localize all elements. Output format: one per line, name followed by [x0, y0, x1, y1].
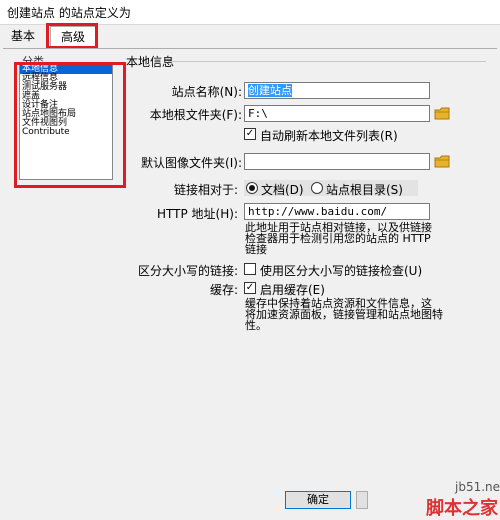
- default-images-input[interactable]: [244, 153, 430, 170]
- watermark-site: jb51.net: [455, 480, 500, 494]
- auto-refresh-label: 自动刷新本地文件列表(R): [260, 129, 398, 143]
- radio-site-root-label: 站点根目录(S): [326, 183, 403, 197]
- http-address-label: HTTP 地址(H):: [157, 207, 238, 221]
- cache-check-label: 启用缓存(E): [260, 283, 325, 297]
- radio-document[interactable]: [246, 182, 258, 194]
- default-images-label: 默认图像文件夹(I):: [141, 156, 242, 170]
- local-root-folder-icon[interactable]: [434, 107, 450, 120]
- local-root-input[interactable]: F:\: [244, 105, 430, 122]
- default-images-folder-icon[interactable]: [434, 155, 450, 168]
- radio-site-root[interactable]: [311, 182, 323, 194]
- panel-divider: [168, 61, 486, 62]
- window-title: 创建站点 的站点定义为: [7, 6, 131, 20]
- cache-checkbox[interactable]: ✓: [244, 282, 256, 294]
- case-sensitive-checkbox[interactable]: [244, 263, 256, 275]
- secondary-button[interactable]: [356, 491, 368, 509]
- site-name-label: 站点名称(N):: [171, 85, 242, 99]
- watermark-brand: 脚本之家: [426, 498, 498, 519]
- tab-basic[interactable]: 基本: [4, 26, 42, 46]
- http-address-hint: 此地址用于站点相对链接，以及供链接 检查器用于检测引用您的站点的 HTTP 链接: [245, 221, 432, 256]
- local-root-label: 本地根文件夹(F):: [149, 108, 242, 122]
- site-name-value: 创建站点: [248, 84, 292, 97]
- ok-button[interactable]: 确定: [285, 491, 351, 509]
- auto-refresh-checkbox[interactable]: ✓: [244, 128, 256, 140]
- title-bar: 创建站点 的站点定义为: [0, 0, 500, 25]
- case-sensitive-check-label: 使用区分大小写的链接检查(U): [260, 264, 423, 278]
- case-sensitive-label: 区分大小写的链接:: [137, 264, 238, 278]
- site-name-input[interactable]: 创建站点: [244, 82, 430, 99]
- highlight-box-tab: [46, 23, 98, 49]
- radio-document-label: 文档(D): [261, 183, 304, 197]
- cache-hint: 缓存中保持着站点资源和文件信息，这 将加速资源面板，链接管理和站点地图特 性。: [245, 297, 443, 332]
- links-relative-label: 链接相对于:: [173, 183, 238, 197]
- highlight-box-categories: [14, 62, 126, 188]
- cache-label: 缓存:: [209, 283, 238, 297]
- panel-title: 本地信息: [126, 55, 175, 69]
- http-address-input[interactable]: http://www.baidu.com/: [244, 203, 430, 220]
